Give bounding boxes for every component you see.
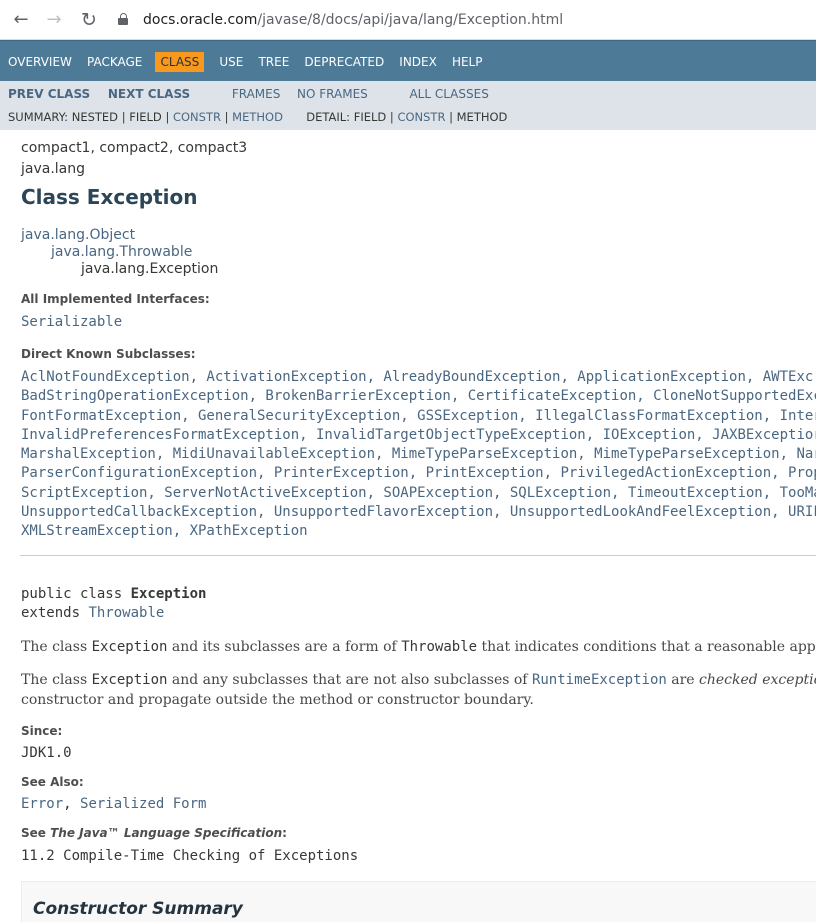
subclasses-line[interactable]: InvalidPreferencesFormatException, Inval… xyxy=(21,426,816,445)
code-exception: Exception xyxy=(91,639,168,655)
detail-method: Method xyxy=(456,110,508,124)
text: and any subclasses that are not also sub… xyxy=(167,672,532,688)
description-paragraph: The class Exception and its subclasses a… xyxy=(21,637,816,657)
sub-navigation-bar: Prev Class Next Class Frames No Frames A… xyxy=(0,81,816,130)
nav-package[interactable]: Package xyxy=(87,52,142,72)
summary-field: Field xyxy=(129,110,162,124)
constructor-summary-heading: Constructor Summary xyxy=(33,899,243,919)
serialized-form-link[interactable]: Serialized Form xyxy=(80,796,206,812)
code-exception: Exception xyxy=(91,672,168,688)
detail-label: Detail: xyxy=(306,110,351,124)
forward-arrow-icon[interactable]: → xyxy=(43,9,65,31)
error-link[interactable]: Error xyxy=(21,796,63,812)
nav-class[interactable]: Class xyxy=(155,52,205,72)
throwable-link[interactable]: Throwable xyxy=(88,605,164,621)
jls-reference: 11.2 Compile-Time Checking of Exceptions xyxy=(21,848,359,864)
since-value: JDK1.0 xyxy=(21,745,72,761)
decl-extends: extends xyxy=(21,605,89,621)
text: that indicates conditions that a reasona… xyxy=(477,639,816,655)
no-frames-link[interactable]: No Frames xyxy=(297,87,368,101)
subclasses-line[interactable]: BadStringOperationException, BrokenBarri… xyxy=(21,387,816,406)
nav-help[interactable]: Help xyxy=(452,52,483,72)
see-also-label: See Also: xyxy=(21,775,84,789)
next-class-link[interactable]: Next Class xyxy=(108,87,190,101)
nav-index[interactable]: Index xyxy=(399,52,437,72)
separator: | xyxy=(224,110,229,124)
summary-label: Summary: xyxy=(8,110,69,124)
page-title: Class Exception xyxy=(21,185,198,209)
text: See xyxy=(21,826,51,840)
back-arrow-icon[interactable]: ← xyxy=(10,9,32,31)
runtime-exception-link[interactable]: RuntimeException xyxy=(532,672,667,688)
text: are xyxy=(666,672,700,688)
nav-use[interactable]: Use xyxy=(219,52,243,72)
code-throwable: Throwable xyxy=(401,639,478,655)
subclasses-line[interactable]: AclNotFoundException, ActivationExceptio… xyxy=(21,368,816,387)
separator: | xyxy=(165,110,170,124)
url-host: docs.oracle.com xyxy=(143,12,258,28)
top-navigation-bar: Overview Package Class Use Tree Deprecat… xyxy=(0,40,816,81)
url-path: /javase/8/docs/api/java/lang/Exception.h… xyxy=(257,12,564,28)
text: The class xyxy=(21,672,92,688)
text: constructor and propagate outside the me… xyxy=(21,692,534,708)
subclasses-list[interactable]: AclNotFoundException, ActivationExceptio… xyxy=(21,368,816,542)
description-paragraph: The class Exception and any subclasses t… xyxy=(21,670,816,710)
nav-tree[interactable]: Tree xyxy=(258,52,289,72)
separator: , xyxy=(63,796,81,812)
decl-class-name: Exception xyxy=(130,586,207,602)
inheritance-exception: java.lang.Exception xyxy=(81,261,219,277)
divider xyxy=(20,555,816,556)
separator: | xyxy=(121,110,126,124)
address-bar[interactable]: docs.oracle.com/javase/8/docs/api/java/l… xyxy=(143,10,563,30)
separator: | xyxy=(389,110,394,124)
since-label: Since: xyxy=(21,724,63,738)
subclasses-line[interactable]: MarshalException, MidiUnavailableExcepti… xyxy=(21,445,816,464)
inheritance-throwable-link[interactable]: java.lang.Throwable xyxy=(21,244,218,261)
subclasses-label: Direct Known Subclasses: xyxy=(21,347,196,361)
text: and its subclasses are a form of xyxy=(167,639,402,655)
detail-field: Field xyxy=(353,110,387,124)
reload-icon[interactable]: ↻ xyxy=(78,9,100,31)
text: The class xyxy=(21,639,92,655)
profiles-label: compact1, compact2, compact3 xyxy=(21,140,248,156)
interface-serializable-link[interactable]: Serializable xyxy=(21,313,122,332)
summary-constr-link[interactable]: Constr xyxy=(173,110,221,124)
summary-nested: Nested xyxy=(71,110,119,124)
subclasses-line[interactable]: XMLStreamException, XPathException xyxy=(21,522,816,541)
subclasses-line[interactable]: ScriptException, ServerNotActiveExceptio… xyxy=(21,484,816,503)
see-also-list: Error, Serialized Form xyxy=(21,795,206,814)
decl-prefix: public class xyxy=(21,586,131,602)
summary-method-link[interactable]: Method xyxy=(232,110,283,124)
text: : xyxy=(282,826,287,840)
nav-overview[interactable]: Overview xyxy=(8,52,72,72)
lock-icon[interactable] xyxy=(118,13,128,25)
prev-class-link[interactable]: Prev Class xyxy=(8,87,90,101)
interfaces-label: All Implemented Interfaces: xyxy=(21,292,210,306)
nav-deprecated[interactable]: Deprecated xyxy=(304,52,384,72)
jls-title: The Java™ Language Specification xyxy=(50,826,283,840)
subclasses-line[interactable]: FontFormatException, GeneralSecurityExce… xyxy=(21,407,816,426)
jls-label: See The Java™ Language Specification: xyxy=(21,826,287,840)
subclasses-line[interactable]: ParserConfigurationException, PrinterExc… xyxy=(21,464,816,483)
separator: | xyxy=(449,110,453,124)
inheritance-tree: java.lang.Object java.lang.Throwable jav… xyxy=(21,227,218,278)
detail-constr-link[interactable]: Constr xyxy=(397,110,445,124)
frames-link[interactable]: Frames xyxy=(232,87,281,101)
package-label: java.lang xyxy=(21,161,86,177)
constructor-summary-section: Constructor Summary xyxy=(21,881,816,922)
inheritance-object-link[interactable]: java.lang.Object xyxy=(21,227,218,244)
browser-toolbar: ← → ↻ docs.oracle.com/javase/8/docs/api/… xyxy=(0,0,816,40)
all-classes-link[interactable]: All Classes xyxy=(409,87,488,101)
text-emphasis: checked exceptio xyxy=(699,672,816,688)
class-declaration: public class Exception extends Throwable xyxy=(21,585,206,623)
subclasses-line[interactable]: UnsupportedCallbackException, Unsupporte… xyxy=(21,503,816,522)
